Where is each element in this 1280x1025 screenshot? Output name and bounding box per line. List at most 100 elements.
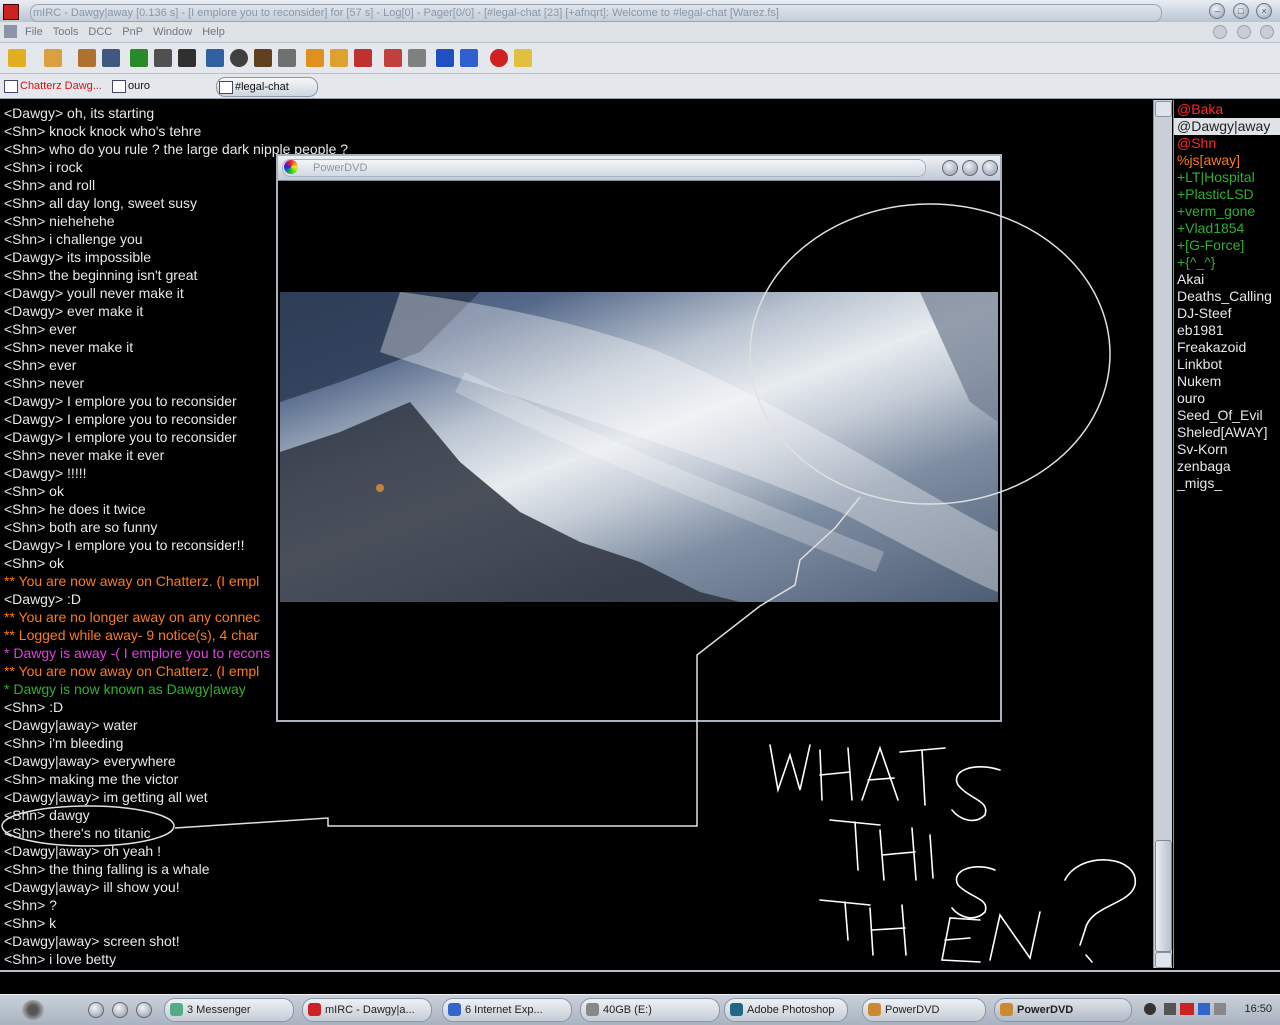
scripts-icon[interactable] — [178, 49, 196, 67]
dcc-icon[interactable] — [354, 49, 372, 67]
clock[interactable]: 16:50 — [1244, 1003, 1272, 1015]
chat-line: ** You are now away on Chatterz. (I empl — [4, 573, 260, 589]
chat-line: <Dawgy|away> everywhere — [4, 753, 176, 769]
chat-line: * Dawgy is now known as Dawgy|away — [4, 681, 246, 697]
tray-mirc-icon[interactable] — [1180, 1003, 1194, 1015]
send-file-icon[interactable] — [206, 49, 224, 67]
nick-item[interactable]: Linkbot — [1177, 356, 1222, 373]
mdi-system-icon[interactable] — [4, 25, 17, 38]
mdi-close-button[interactable] — [1260, 25, 1274, 39]
chat-line: <Shn> ? — [4, 897, 57, 913]
nick-item[interactable]: Akai — [1177, 271, 1204, 288]
menu-window[interactable]: Window — [148, 22, 197, 42]
powerdvd-minimize-button[interactable] — [942, 160, 958, 176]
mdi-minimize-button[interactable] — [1213, 25, 1228, 39]
quicklaunch-media-icon[interactable] — [136, 1002, 152, 1018]
message-input[interactable] — [0, 972, 1280, 992]
nick-item[interactable]: ouro — [1177, 390, 1205, 407]
taskbar-item[interactable]: PowerDVD — [862, 998, 986, 1022]
channel-list-icon[interactable] — [130, 49, 148, 67]
taskbar-item[interactable]: 3 Messenger — [164, 998, 294, 1022]
nick-item[interactable]: _migs_ — [1177, 475, 1222, 492]
nick-item[interactable]: +LT|Hospital — [1177, 169, 1255, 186]
urls-icon[interactable] — [330, 49, 348, 67]
favorites-icon[interactable] — [154, 49, 172, 67]
nick-item[interactable]: eb1981 — [1177, 322, 1224, 339]
tab-ouro[interactable]: ouro — [110, 77, 188, 95]
menu-pnp[interactable]: PnP — [117, 22, 148, 42]
nick-list[interactable]: @Baka @Dawgy|away @Shn %js[away] +LT|Hospita… — [1173, 100, 1280, 968]
nick-item[interactable]: +Vlad1854 — [1177, 220, 1244, 237]
colors-icon[interactable] — [408, 49, 426, 67]
cascade-icon[interactable] — [460, 49, 478, 67]
nick-item[interactable]: DJ-Steef — [1177, 305, 1231, 322]
tray-phi-icon[interactable] — [1164, 1003, 1176, 1015]
help-icon[interactable] — [490, 49, 508, 67]
maximize-button[interactable]: □ — [1232, 3, 1249, 19]
nick-item[interactable]: Sheled[AWAY] — [1177, 424, 1268, 441]
video-frame[interactable] — [280, 292, 998, 602]
chat-line: <Shn> the beginning isn't great — [4, 267, 198, 283]
taskbar-app-icon — [448, 1003, 461, 1016]
tile-icon[interactable] — [436, 49, 454, 67]
chat-scrollbar[interactable] — [1153, 100, 1172, 968]
channels-list-icon[interactable] — [78, 49, 96, 67]
chat-line: <Shn> dawgy — [4, 807, 90, 823]
taskbar-item[interactable]: Adobe Photoshop — [724, 998, 848, 1022]
nick-item[interactable]: Nukem — [1177, 373, 1221, 390]
connect-icon[interactable] — [8, 49, 26, 67]
chat-line: <Shn> knock knock who's tehre — [4, 123, 202, 139]
nick-item[interactable]: +verm_gone — [1177, 203, 1255, 220]
notify-icon[interactable] — [254, 49, 272, 67]
nick-item[interactable]: @Baka — [1177, 101, 1223, 118]
tab-chatterz[interactable]: Chatterz Dawg... — [2, 77, 120, 95]
nick-item[interactable]: +[G-Force] — [1177, 237, 1244, 254]
tray-volume-icon[interactable] — [1214, 1003, 1226, 1015]
scroll-up-button[interactable] — [1155, 101, 1172, 117]
taskbar-item[interactable]: 40GB (E:) — [580, 998, 720, 1022]
chat-line: <Shn> making me the victor — [4, 771, 179, 787]
nick-item[interactable]: Sv-Korn — [1177, 441, 1228, 458]
scroll-down-button[interactable] — [1155, 952, 1172, 968]
start-button[interactable] — [22, 1000, 44, 1020]
address-book-icon[interactable] — [102, 49, 120, 67]
powerdvd-maximize-button[interactable] — [962, 160, 978, 176]
powerdvd-close-button[interactable] — [982, 160, 998, 176]
nick-item[interactable]: Seed_Of_Evil — [1177, 407, 1263, 424]
taskbar-item[interactable]: mIRC - Dawgy|a... — [302, 998, 432, 1022]
tray-network-icon[interactable] — [1144, 1003, 1156, 1015]
timer-icon[interactable] — [230, 49, 248, 67]
away-icon[interactable] — [384, 49, 402, 67]
nick-item[interactable]: +{^_^} — [1177, 254, 1215, 271]
tab-legal-chat[interactable]: #legal-chat — [216, 77, 318, 97]
menu-tools[interactable]: Tools — [48, 22, 84, 42]
nick-item[interactable]: Freakazoid — [1177, 339, 1246, 356]
mirc-app-icon[interactable] — [3, 4, 19, 20]
taskbar-app-icon — [868, 1003, 881, 1016]
options-icon[interactable] — [44, 49, 62, 67]
menu-file[interactable]: File — [20, 22, 48, 42]
mdi-restore-button[interactable] — [1236, 25, 1251, 39]
about-icon[interactable] — [514, 49, 532, 67]
powerdvd-title-bar[interactable]: PowerDVD — [278, 156, 1000, 181]
nick-item[interactable]: %js[away] — [1177, 152, 1240, 169]
minimize-button[interactable]: – — [1209, 3, 1226, 19]
menu-help[interactable]: Help — [197, 22, 230, 42]
taskbar-app-icon — [730, 1003, 743, 1016]
scroll-thumb[interactable] — [1155, 840, 1172, 952]
nick-item[interactable]: @Shn — [1177, 135, 1216, 152]
nick-item[interactable]: zenbaga — [1177, 458, 1231, 475]
notes-icon[interactable] — [278, 49, 296, 67]
tray-messenger-icon[interactable] — [1198, 1003, 1210, 1015]
log-icon[interactable] — [306, 49, 324, 67]
nick-item[interactable]: @Dawgy|away — [1174, 118, 1280, 135]
taskbar-item[interactable]: 6 Internet Exp... — [442, 998, 572, 1022]
nick-item[interactable]: +PlasticLSD — [1177, 186, 1254, 203]
close-button[interactable]: × — [1256, 3, 1272, 19]
nick-item[interactable]: Deaths_Calling — [1177, 288, 1272, 305]
taskbar-item[interactable]: PowerDVD — [994, 998, 1132, 1022]
menu-dcc[interactable]: DCC — [83, 22, 117, 42]
quicklaunch-browser-icon[interactable] — [112, 1002, 128, 1018]
quicklaunch-desktop-icon[interactable] — [88, 1002, 104, 1018]
powerdvd-window[interactable]: PowerDVD — [276, 154, 1002, 722]
